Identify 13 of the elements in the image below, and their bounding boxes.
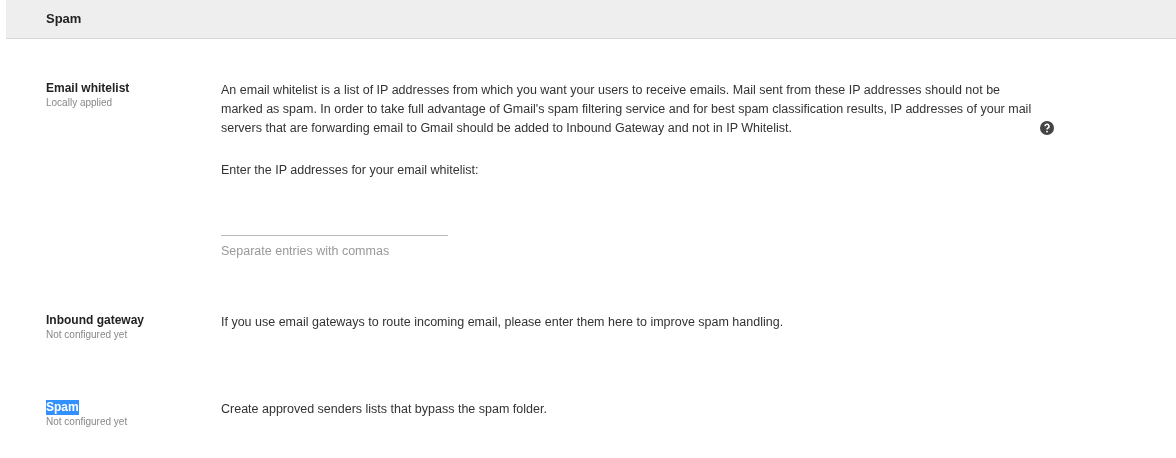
setting-description: Create approved senders lists that bypass the spam folder. [221,400,548,418]
field-prompt: Enter the IP addresses for your email whitelist: [221,162,479,179]
setting-status: Locally applied [46,96,113,110]
setting-label: Email whitelist [46,81,130,96]
setting-label: Inbound gateway [46,312,144,328]
section-title: Spam [46,10,82,29]
setting-status: Not configured yet [46,414,128,429]
setting-label: Spam [46,399,79,415]
field-hint: Separate entries with commas [221,243,390,260]
help-icon[interactable] [1040,121,1054,135]
setting-description: An email whitelist is a list of IP addresses from which you want your users to receive emails. Mail sent from these IP addresses should not be marked as spam. In order to take full advantage of Gmail's spam filtering service and for best spam classification results, IP addresses of your mail servers that are forwarding email to Gmail should be added to Inbound Gateway and not in IP Whitelist. [221,82,1033,137]
setting-description: If you use email gateways to route incoming email, please enter them here to improve spam handling. [221,313,785,331]
setting-status: Not configured yet [46,327,128,342]
